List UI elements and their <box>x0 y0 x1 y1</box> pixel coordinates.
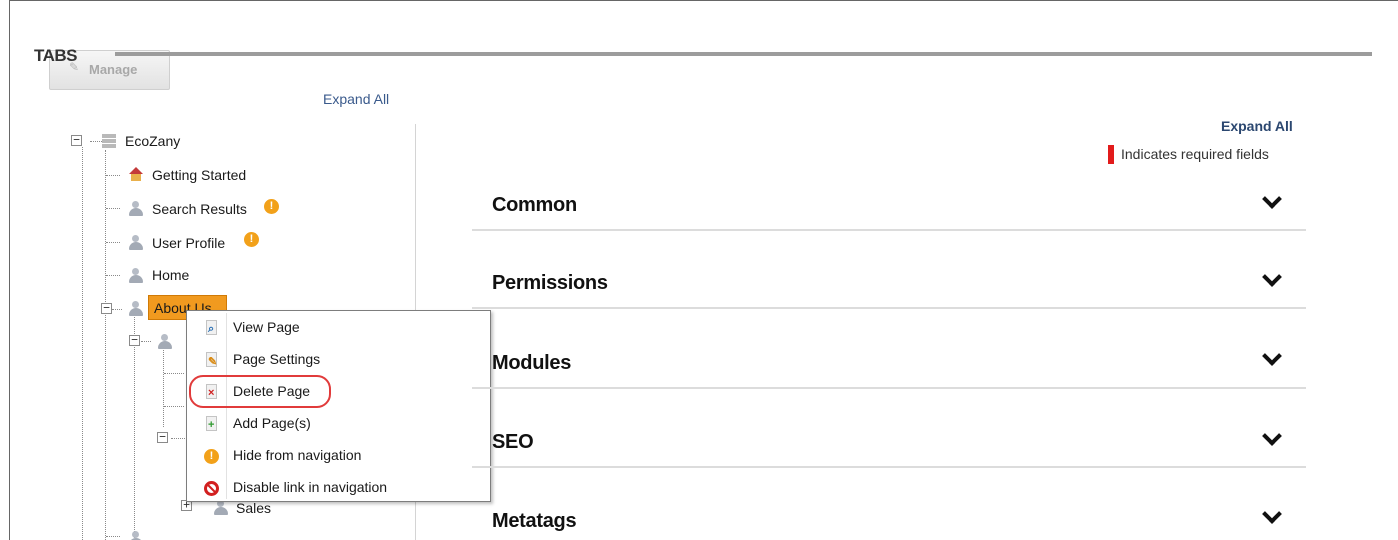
required-marker <box>1108 145 1114 164</box>
menu-item-label: Disable link in navigation <box>233 479 388 495</box>
user-page-icon <box>157 333 173 349</box>
section-divider <box>472 307 1306 309</box>
tree-item-getting-started[interactable]: Getting Started <box>152 167 246 183</box>
user-page-icon <box>128 234 144 250</box>
tree-line <box>134 315 135 540</box>
home-icon <box>128 166 144 182</box>
tree-line <box>106 208 120 209</box>
section-divider <box>472 229 1306 231</box>
required-fields-note: Indicates required fields <box>1121 146 1269 162</box>
tree-line <box>106 275 120 276</box>
section-seo[interactable]: SEO <box>492 431 534 454</box>
tree-item-user-profile[interactable]: User Profile <box>152 235 225 251</box>
page-title: TABS <box>34 46 78 65</box>
menu-item-disable-link[interactable]: Disable link in navigation <box>189 472 488 504</box>
page-settings-icon: ✎ <box>203 352 220 369</box>
view-page-icon: ⌕ <box>203 320 220 337</box>
user-page-icon <box>128 300 144 316</box>
menu-item-label: Add Page(s) <box>233 415 311 431</box>
server-icon <box>101 133 117 149</box>
menu-item-add-pages[interactable]: + Add Page(s) <box>189 408 488 440</box>
section-divider <box>472 466 1306 468</box>
panel-expand-all-link[interactable]: Expand All <box>1221 118 1293 134</box>
warning-icon: ! <box>264 199 279 214</box>
manage-button-label: Manage <box>89 62 138 77</box>
collapse-toggle[interactable]: − <box>157 431 168 443</box>
warning-icon: ! <box>203 448 220 465</box>
menu-item-label: Page Settings <box>233 351 321 367</box>
tree-line <box>164 373 184 374</box>
menu-item-page-settings[interactable]: ✎ Page Settings <box>189 344 488 376</box>
tree-line <box>112 309 122 310</box>
menu-item-hide-from-navigation[interactable]: ! Hide from navigation <box>189 440 488 472</box>
tree-line <box>171 438 185 439</box>
user-page-icon <box>128 200 144 216</box>
tree-line <box>164 406 184 407</box>
section-metatags[interactable]: Metatags <box>492 510 577 533</box>
menu-item-label: View Page <box>233 319 300 335</box>
collapse-toggle[interactable]: − <box>71 134 82 146</box>
warning-icon: ! <box>244 232 259 247</box>
disable-icon <box>203 480 220 497</box>
menu-item-label: Hide from navigation <box>233 447 362 463</box>
tree-line <box>106 175 120 176</box>
section-divider <box>472 387 1306 389</box>
menu-item-view-page[interactable]: ⌕ View Page <box>189 312 488 344</box>
section-common[interactable]: Common <box>492 194 577 217</box>
collapse-toggle[interactable]: − <box>129 334 140 346</box>
section-permissions[interactable]: Permissions <box>492 272 608 295</box>
tree-line <box>141 341 151 342</box>
tree-line <box>106 536 120 537</box>
add-page-icon: + <box>203 416 220 433</box>
collapse-toggle[interactable]: − <box>101 302 112 314</box>
user-page-icon <box>128 267 144 283</box>
section-modules[interactable]: Modules <box>492 352 571 375</box>
delete-page-highlight <box>189 375 331 408</box>
tree-line <box>163 347 164 427</box>
tree-root-label[interactable]: EcoZany <box>125 133 180 149</box>
title-divider <box>115 52 1372 56</box>
tree-line <box>106 242 120 243</box>
tree-item-home[interactable]: Home <box>152 267 189 283</box>
tree-expand-all-link[interactable]: Expand All <box>323 91 389 107</box>
tree-line <box>82 147 83 540</box>
tree-item-search-results[interactable]: Search Results <box>152 201 247 217</box>
user-page-icon <box>128 530 144 540</box>
